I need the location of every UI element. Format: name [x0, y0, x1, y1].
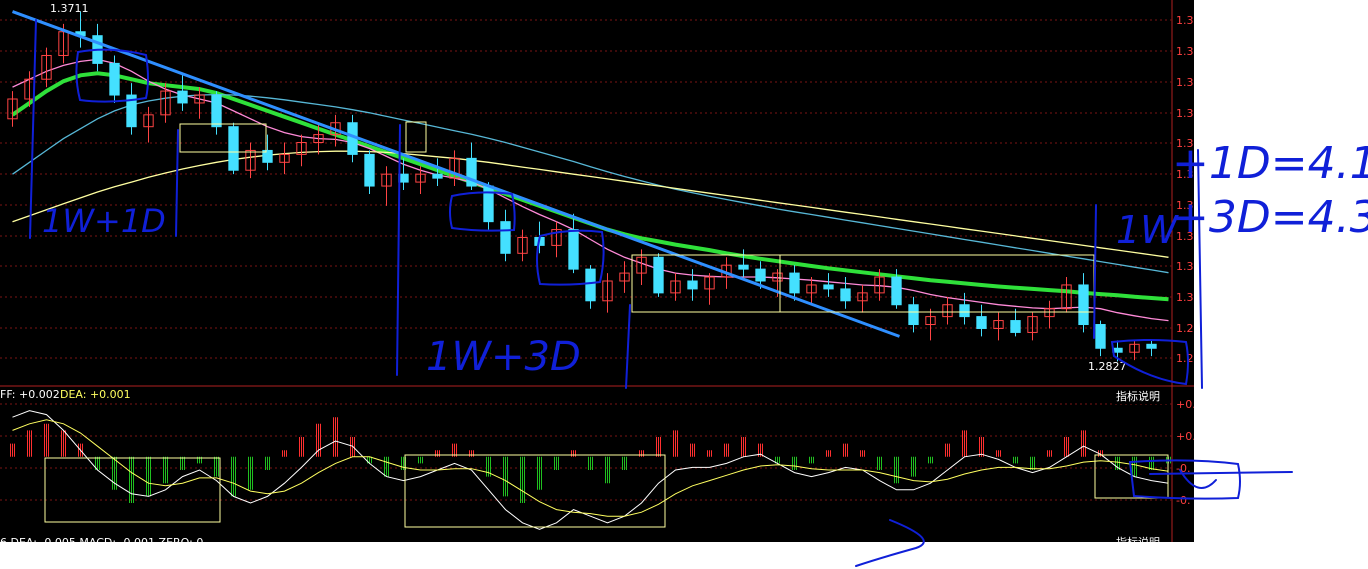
label-1w1d: 1W+1D — [42, 202, 166, 240]
candle-body — [1146, 343, 1157, 349]
candle-body — [959, 304, 970, 318]
candle-body — [500, 221, 511, 254]
candle-body — [653, 256, 664, 294]
candle-body — [976, 316, 987, 329]
candles — [7, 11, 1157, 362]
equation-3d: +3D=4.3 — [1172, 192, 1368, 243]
range-box-1 — [405, 121, 427, 153]
price-axis: 1.31.31.31.31.31.31.31.31.31.31.21.2+0.+… — [1176, 14, 1196, 507]
range-box-0 — [179, 123, 267, 153]
low-price-label: 1.2827 — [1088, 360, 1127, 373]
candle-body — [823, 284, 834, 290]
candle-body — [177, 90, 188, 104]
hand-line-left-2 — [175, 129, 179, 237]
price-axis-tick-label: 1.3 — [1176, 107, 1194, 120]
high-price-label: 1.3711 — [50, 2, 89, 15]
candle-body — [789, 272, 800, 294]
white-margin-bottom — [0, 542, 1194, 569]
ma-line-2 — [12, 93, 1169, 274]
label-1w-right: 1W — [1116, 208, 1179, 252]
candle-body — [687, 280, 698, 290]
candle-body — [738, 264, 749, 270]
macd-dif-label: FF: +0.002 — [0, 388, 60, 401]
price-axis-tick-label: 1.3 — [1176, 45, 1194, 58]
candle-body — [364, 153, 375, 187]
macd-axis-tick-label: +0. — [1176, 398, 1196, 411]
macd-dea-label: DEA: +0.001 — [60, 388, 131, 401]
candle-body — [228, 126, 239, 171]
candle-body — [432, 173, 443, 179]
candle-body — [1078, 284, 1089, 326]
candle-body — [1010, 320, 1021, 333]
hand-line-right-1 — [1093, 204, 1097, 339]
candle-body — [755, 268, 766, 282]
candle-body — [908, 304, 919, 326]
range-box-3 — [779, 254, 1095, 313]
price-axis-tick-label: 1.2 — [1176, 352, 1194, 365]
candle-body — [211, 94, 222, 128]
white-margin-right — [1194, 0, 1368, 569]
indicator-explain-button[interactable]: 指标说明 — [1116, 389, 1160, 403]
price-axis-tick-label: 1.3 — [1176, 76, 1194, 89]
candle-body — [1095, 324, 1106, 349]
candle-body — [891, 276, 902, 306]
label-1w3d: 1W+3D — [426, 334, 581, 380]
macd-axis-tick-label: +0. — [1176, 430, 1196, 443]
candle-body — [109, 62, 120, 96]
price-axis-tick-label: 1.3 — [1176, 260, 1194, 273]
candle-body — [840, 288, 851, 302]
candlestick-chart: 1.31.31.31.31.31.31.31.31.31.31.21.2+0.+… — [0, 0, 1368, 569]
price-axis-tick-label: 1.3 — [1176, 14, 1194, 27]
macd-axis-tick-label: -0. — [1176, 494, 1190, 507]
price-axis-tick-label: 1.3 — [1176, 291, 1194, 304]
candle-body — [585, 268, 596, 302]
price-axis-tick-label: 1.2 — [1176, 322, 1194, 335]
macd-panel — [10, 410, 1171, 530]
equation-1d: +1D=4.1 — [1172, 138, 1368, 189]
chart-stage: 1.3 1.3 1.3 1.3 1.3 1.3 1.3 1.3 1.3 1.3 1.2 1.2 +0. +… — [0, 0, 1368, 569]
hand-line-mid-2 — [625, 304, 631, 389]
range-boxes — [44, 121, 1169, 528]
candle-body — [568, 229, 579, 270]
candle-body — [483, 185, 494, 223]
